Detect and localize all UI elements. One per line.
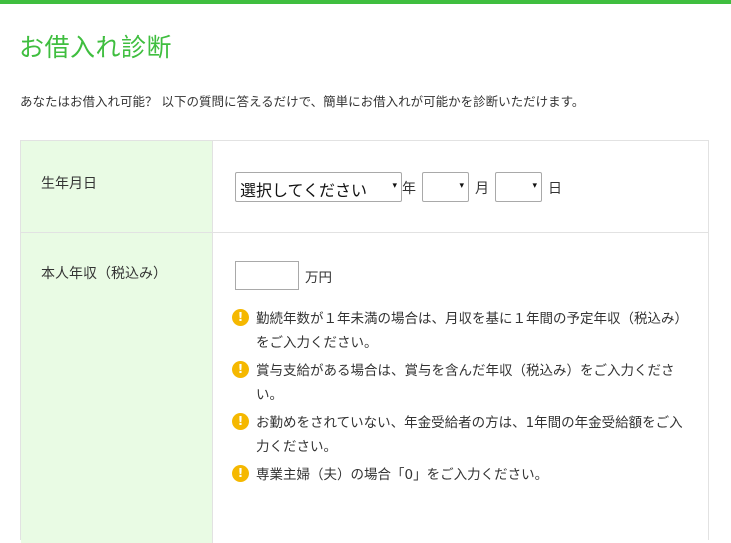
annual-income-input[interactable]	[235, 261, 299, 290]
year-unit: 年	[402, 181, 416, 197]
month-unit: 月	[475, 181, 489, 197]
intro-text: あなたはお借入れ可能？ 以下の質問に答えるだけで、簡単にお借入れが可能かを診断い…	[20, 94, 585, 109]
chevron-down-icon: ▾	[532, 181, 537, 191]
warning-icon: !	[232, 361, 249, 378]
warning-icon: !	[232, 413, 249, 430]
note-text: 専業主婦（夫）の場合「0」をご入力ください。	[256, 467, 549, 483]
birthdate-value-cell: 選択してください ▾ 年 ▾ 月 ▾ 日	[214, 141, 708, 232]
top-accent-bar	[0, 0, 731, 4]
income-label: 本人年収（税込み）	[41, 266, 167, 282]
birthdate-label-cell: 生年月日	[21, 141, 213, 232]
diagnosis-form: 生年月日 選択してください ▾ 年 ▾ 月 ▾ 日 本人年収（税込み） 万円 !…	[20, 140, 709, 543]
note-text: 勤続年数が１年未満の場合は、月収を基に１年間の予定年収（税込み）をご入力ください…	[256, 311, 688, 351]
chevron-down-icon: ▾	[459, 181, 464, 191]
note-text: 賞与支給がある場合は、賞与を含んだ年収（税込み）をご入力ください。	[256, 363, 675, 403]
birth-year-select[interactable]: 選択してください ▾	[235, 172, 402, 202]
birth-year-selected: 選択してください	[240, 181, 368, 200]
income-unit: 万円	[305, 270, 332, 286]
income-label-cell: 本人年収（税込み）	[21, 233, 213, 543]
birth-month-select[interactable]: ▾	[422, 172, 469, 202]
warning-icon: !	[232, 465, 249, 482]
warning-icon: !	[232, 309, 249, 326]
birthdate-label: 生年月日	[41, 176, 97, 192]
chevron-down-icon: ▾	[392, 181, 397, 191]
note-text: お勤めをされていない、年金受給者の方は、1年間の年金受給額をご入力ください。	[256, 415, 683, 455]
income-value-cell: 万円 ! 勤続年数が１年未満の場合は、月収を基に１年間の予定年収（税込み）をご入…	[214, 233, 708, 543]
page-title: お借入れ診断	[19, 33, 173, 62]
day-unit: 日	[548, 181, 562, 197]
birthdate-row: 生年月日 選択してください ▾ 年 ▾ 月 ▾ 日	[21, 141, 708, 233]
income-row: 本人年収（税込み） 万円 ! 勤続年数が１年未満の場合は、月収を基に１年間の予定…	[21, 233, 708, 543]
birth-day-select[interactable]: ▾	[495, 172, 542, 202]
